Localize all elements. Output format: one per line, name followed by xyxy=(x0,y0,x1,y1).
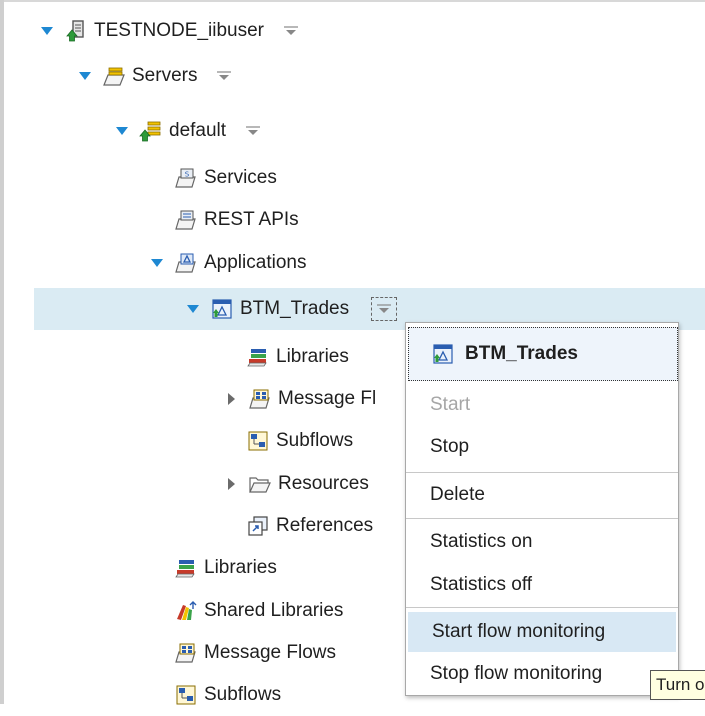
shared-libraries-icon xyxy=(174,599,198,623)
menu-separator xyxy=(406,472,678,473)
expanded-twisty-icon[interactable] xyxy=(38,22,56,40)
menu-separator xyxy=(406,518,678,519)
integration-server-icon xyxy=(139,119,163,143)
tree-item-app-subflows[interactable]: Subflows xyxy=(246,420,353,462)
tree-item-libraries[interactable]: Libraries xyxy=(174,547,277,589)
collapsed-twisty-icon[interactable] xyxy=(222,390,240,408)
expanded-twisty-icon[interactable] xyxy=(76,67,94,85)
tree-item-app-message-flows[interactable]: Message Fl xyxy=(222,378,376,420)
collapsed-twisty-icon[interactable] xyxy=(222,475,240,493)
tree-item-label: TESTNODE_iibuser xyxy=(94,20,264,41)
tree-item-app-references[interactable]: References xyxy=(246,505,373,547)
tree-item-label: Subflows xyxy=(204,684,282,705)
menu-item-statistics-on[interactable]: Statistics on xyxy=(406,522,678,562)
rest-apis-folder-icon xyxy=(174,208,198,232)
expanded-twisty-icon[interactable] xyxy=(184,300,202,318)
menu-item-stop-flow-monitoring[interactable]: Stop flow monitoring xyxy=(406,654,678,694)
menu-item-start-flow-monitoring[interactable]: Start flow monitoring xyxy=(408,612,676,652)
dropdown-arrow-icon[interactable] xyxy=(278,19,304,43)
integration-node-icon xyxy=(64,19,88,43)
dropdown-arrow-icon[interactable] xyxy=(240,119,266,143)
services-folder-icon: S xyxy=(174,166,198,190)
resources-folder-icon xyxy=(248,472,272,496)
tree-item-label: Libraries xyxy=(204,557,277,578)
message-flows-folder-icon xyxy=(248,387,272,411)
menu-item-delete[interactable]: Delete xyxy=(406,475,678,515)
application-icon xyxy=(210,297,234,321)
subflows-icon xyxy=(174,683,198,707)
subflows-icon xyxy=(246,429,270,453)
dropdown-arrow-icon[interactable] xyxy=(211,64,237,88)
tree-item-services[interactable]: S Services xyxy=(174,157,277,199)
tree-item-label: Message Flows xyxy=(204,642,336,663)
expanded-twisty-icon[interactable] xyxy=(148,254,166,272)
frame-top-border xyxy=(0,0,705,2)
tree-item-label: Shared Libraries xyxy=(204,600,344,621)
references-icon xyxy=(246,514,270,538)
svg-text:S: S xyxy=(185,171,190,179)
tree-item-rest-apis[interactable]: REST APIs xyxy=(174,199,299,241)
context-menu: BTM_Trades Start Stop Delete Statistics … xyxy=(405,322,679,696)
libraries-icon xyxy=(174,556,198,580)
context-menu-header: BTM_Trades xyxy=(408,327,678,381)
tooltip: Turn on flow monitoring xyxy=(650,670,705,700)
tree-item-label: Subflows xyxy=(276,430,354,451)
tree-item-label: Servers xyxy=(132,65,198,86)
tree-item-node[interactable]: TESTNODE_iibuser xyxy=(38,10,304,52)
context-menu-title: BTM_Trades xyxy=(465,343,578,364)
tree-item-default-server[interactable]: default xyxy=(113,110,266,152)
tree-item-shared-libraries[interactable]: Shared Libraries xyxy=(174,590,343,632)
tree-item-label: default xyxy=(169,120,227,141)
menu-separator xyxy=(406,607,678,608)
menu-item-stop[interactable]: Stop xyxy=(406,427,678,467)
tree-item-servers[interactable]: Servers xyxy=(76,55,237,97)
menu-item-start[interactable]: Start xyxy=(406,385,678,425)
libraries-icon xyxy=(246,345,270,369)
tree-item-message-flows[interactable]: Message Flows xyxy=(174,632,336,674)
tree-item-label: References xyxy=(276,515,374,536)
message-flows-folder-icon xyxy=(174,641,198,665)
tree-item-app-libraries[interactable]: Libraries xyxy=(246,336,349,378)
servers-folder-icon xyxy=(102,64,126,88)
tree-item-label: Resources xyxy=(278,473,369,494)
tree-item-applications[interactable]: Applications xyxy=(148,242,306,284)
application-icon xyxy=(431,342,455,366)
menu-item-statistics-off[interactable]: Statistics off xyxy=(406,565,678,605)
tree-item-label: Libraries xyxy=(276,346,349,367)
tree-item-subflows[interactable]: Subflows xyxy=(174,674,281,716)
tree-item-app-resources[interactable]: Resources xyxy=(222,463,369,505)
applications-folder-icon xyxy=(174,251,198,275)
dropdown-arrow-icon[interactable] xyxy=(371,297,398,321)
tree-item-label: Applications xyxy=(204,252,307,273)
tree-item-label: REST APIs xyxy=(204,209,299,230)
tree-item-label: BTM_Trades xyxy=(240,298,350,319)
expanded-twisty-icon[interactable] xyxy=(113,122,131,140)
tree-item-label: Message Fl xyxy=(278,388,377,409)
frame-left-border xyxy=(0,0,4,704)
tree-item-label: Services xyxy=(204,167,277,188)
